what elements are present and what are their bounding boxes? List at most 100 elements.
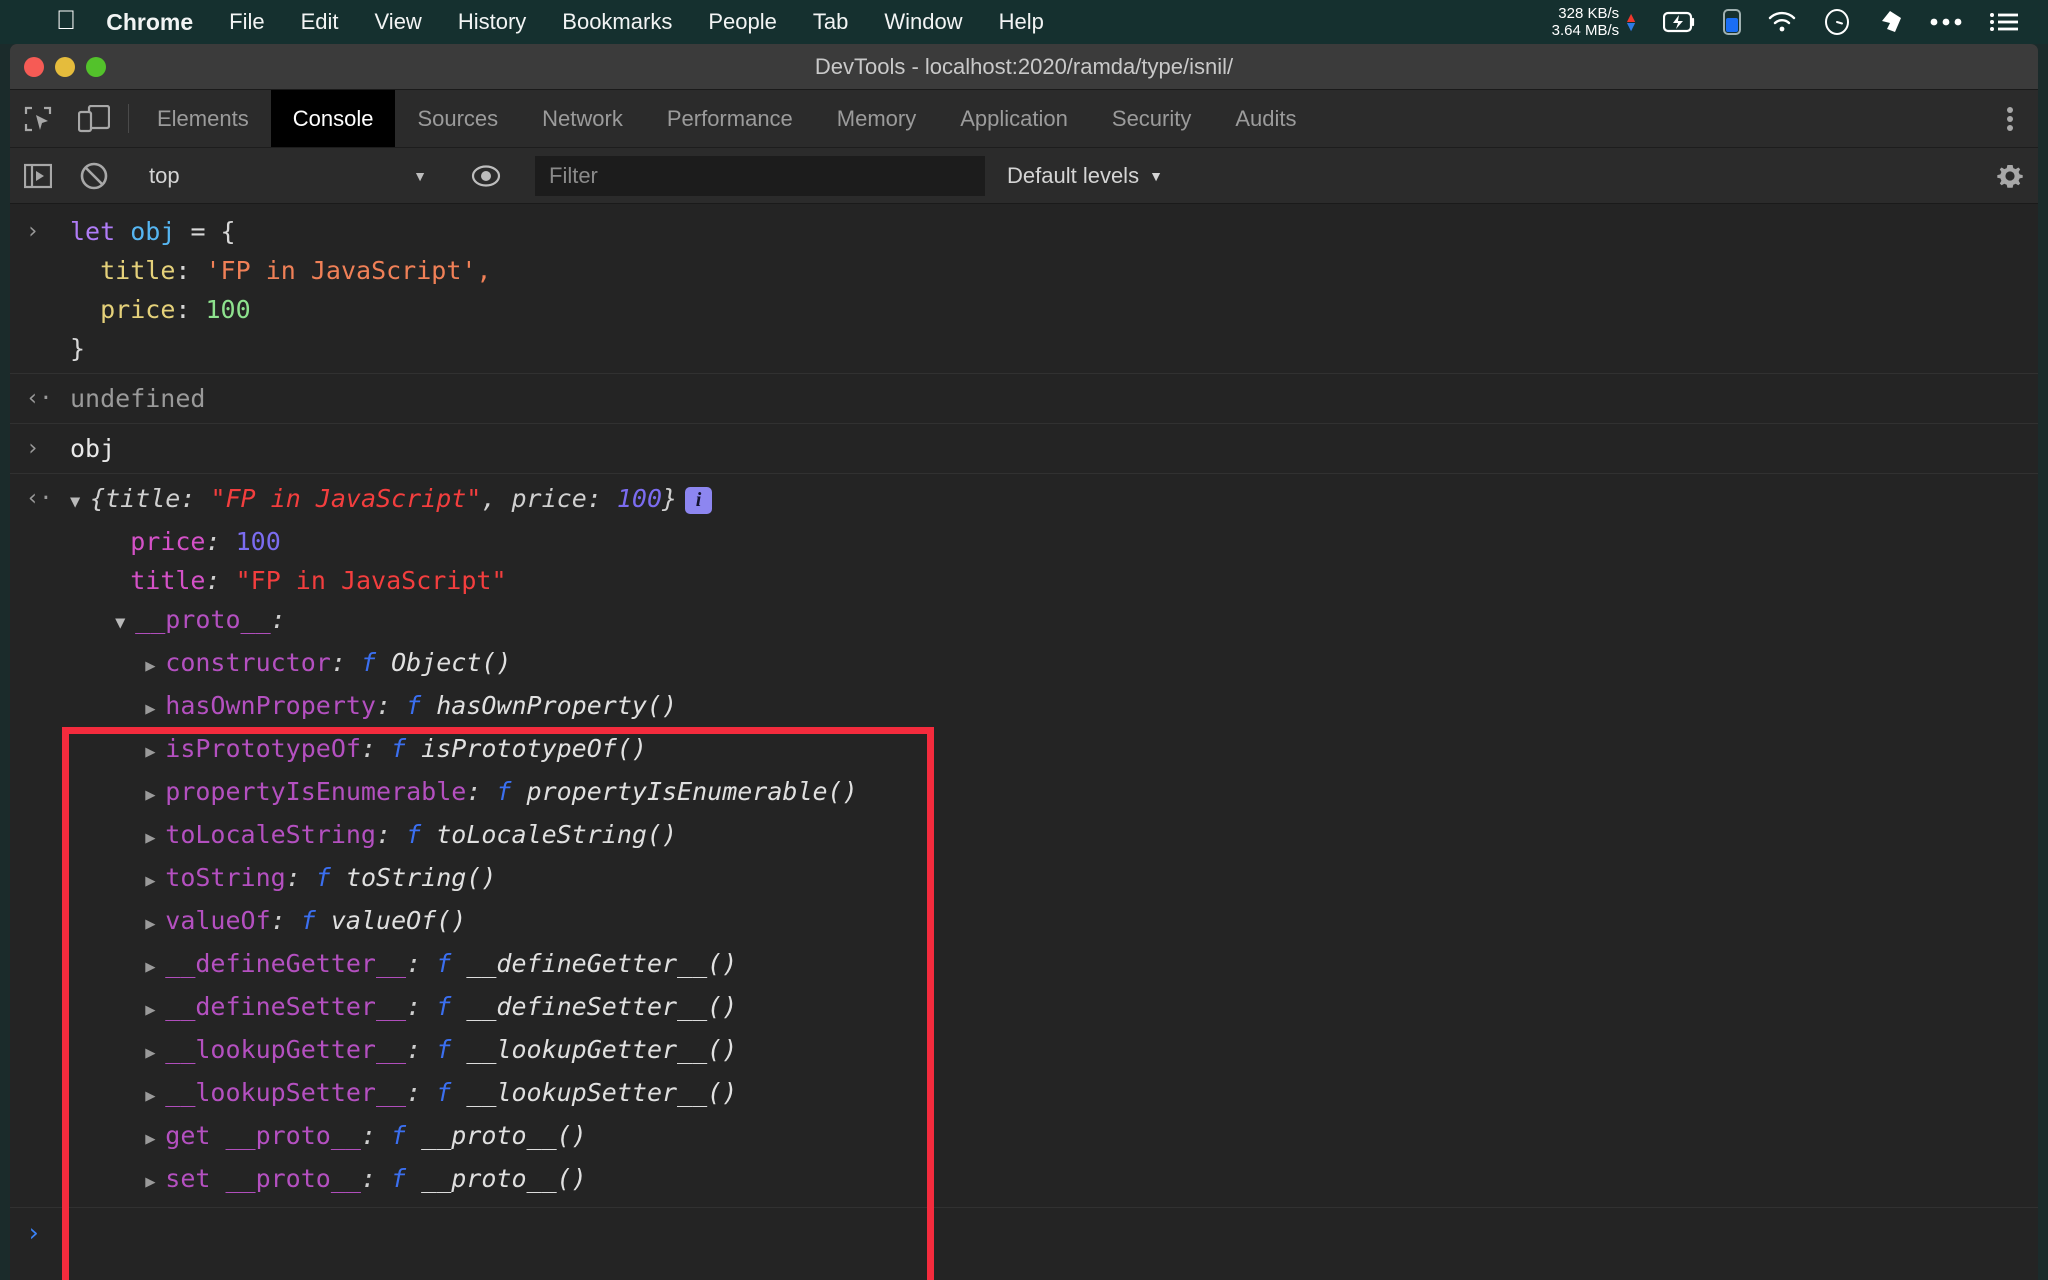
menu-item-window[interactable]: Window	[884, 9, 962, 35]
network-speed-indicator[interactable]: 328 KB/s 3.64 MB/s ▲ ▼	[1552, 5, 1638, 39]
battery-charging-icon[interactable]	[1663, 11, 1697, 33]
proto-entry-row[interactable]: ▶get __proto__: f __proto__()	[10, 1116, 2038, 1159]
expand-triangle-icon[interactable]: ▶	[145, 948, 165, 987]
proto-entry-row[interactable]: ▶hasOwnProperty: f hasOwnProperty()	[10, 686, 2038, 729]
proto-entry-row[interactable]: ▶__lookupGetter__: f __lookupGetter__()	[10, 1030, 2038, 1073]
menu-item-bookmarks[interactable]: Bookmarks	[562, 9, 672, 35]
tab-sources[interactable]: Sources	[395, 90, 520, 147]
expand-triangle-icon[interactable]: ▶	[145, 1077, 165, 1116]
macos-menu-bar:  Chrome File Edit View History Bookmark…	[0, 0, 2048, 44]
proto-key-tostring: toString	[165, 863, 285, 892]
expand-triangle-icon[interactable]: ▶	[145, 776, 165, 815]
tab-performance[interactable]: Performance	[645, 90, 815, 147]
menu-item-chrome[interactable]: Chrome	[106, 9, 193, 36]
execution-context-select[interactable]: top ▼	[135, 163, 445, 189]
execution-context-value: top	[149, 163, 180, 189]
proto-key-valueof: valueOf	[165, 906, 270, 935]
toolbar-divider	[128, 104, 129, 133]
settings-gear-icon[interactable]	[1982, 161, 2038, 191]
proto-entry-row[interactable]: ▶set __proto__: f __proto__()	[10, 1159, 2038, 1202]
console-entry-result-2: ‹· ▼{title: "FP in JavaScript", price: 1…	[10, 479, 2038, 522]
expand-triangle-icon[interactable]: ▶	[145, 1034, 165, 1073]
proto-entry-row[interactable]: ▶valueOf: f valueOf()	[10, 901, 2038, 944]
proto-key-isprototypeof: isPrototypeOf	[165, 734, 361, 763]
proto-label: __proto__	[135, 605, 270, 634]
apple-logo-icon[interactable]: 	[56, 7, 76, 34]
expand-triangle-icon[interactable]: ▶	[145, 647, 165, 686]
tab-application[interactable]: Application	[938, 90, 1090, 147]
proto-key-tolocalestring: toLocaleString	[165, 820, 376, 849]
proto-row[interactable]: ▼__proto__:	[10, 600, 2038, 643]
menu-item-history[interactable]: History	[458, 9, 526, 35]
proto-fn-definegetter: __defineGetter__()	[466, 949, 737, 978]
proto-entry-row[interactable]: ▶isPrototypeOf: f isPrototypeOf()	[10, 729, 2038, 772]
expand-triangle-icon[interactable]: ▶	[145, 905, 165, 944]
menu-item-file[interactable]: File	[229, 9, 264, 35]
console-entry-divider	[10, 473, 2038, 474]
function-marker: f	[436, 949, 451, 978]
tab-elements[interactable]: Elements	[135, 90, 271, 147]
proto-entry-row[interactable]: ▶toString: f toString()	[10, 858, 2038, 901]
tab-memory[interactable]: Memory	[815, 90, 938, 147]
tab-console[interactable]: Console	[271, 90, 396, 147]
info-badge-icon[interactable]: i	[685, 487, 712, 514]
expand-triangle-icon[interactable]: ▶	[145, 819, 165, 858]
proto-entry-row[interactable]: ▶constructor: f Object()	[10, 643, 2038, 686]
object-property-row[interactable]: title: "FP in JavaScript"	[10, 561, 2038, 600]
toggle-device-toolbar-icon[interactable]	[66, 90, 122, 147]
menu-item-edit[interactable]: Edit	[301, 9, 339, 35]
proto-entry-row[interactable]: ▶__lookupSetter__: f __lookupSetter__()	[10, 1073, 2038, 1116]
proto-fn-valueof: valueOf()	[331, 906, 466, 935]
expand-triangle-icon[interactable]: ▶	[145, 690, 165, 729]
function-marker: f	[391, 734, 406, 763]
property-value-price: 100	[236, 527, 281, 556]
proto-fn-constructor: Object()	[391, 648, 511, 677]
console-entry-divider	[10, 373, 2038, 374]
more-tools-icon[interactable]	[1982, 104, 2038, 134]
object-property-row[interactable]: price: 100	[10, 522, 2038, 561]
collapse-triangle-icon[interactable]: ▼	[115, 604, 135, 643]
tab-security[interactable]: Security	[1090, 90, 1213, 147]
code-obj: obj	[70, 429, 115, 468]
proto-key-constructor: constructor	[165, 648, 331, 677]
menu-item-help[interactable]: Help	[999, 9, 1044, 35]
dropbox-icon[interactable]	[1877, 9, 1903, 35]
show-console-sidebar-icon[interactable]	[10, 162, 66, 190]
proto-entry-row[interactable]: ▶toLocaleString: f toLocaleString()	[10, 815, 2038, 858]
function-marker: f	[361, 648, 376, 677]
console-entry-result-1: ‹· undefined	[10, 379, 2038, 418]
console-prompt-row[interactable]: ›	[10, 1213, 2038, 1252]
wifi-icon[interactable]	[1767, 11, 1797, 33]
expand-triangle-icon[interactable]: ▶	[145, 1120, 165, 1159]
expand-triangle-icon[interactable]: ▶	[145, 862, 165, 901]
inspect-element-icon[interactable]	[10, 90, 66, 147]
proto-entry-row[interactable]: ▶__defineSetter__: f __defineSetter__()	[10, 987, 2038, 1030]
proto-fn-tostring: toString()	[346, 863, 497, 892]
battery-level-icon[interactable]	[1723, 9, 1741, 35]
ellipsis-icon[interactable]	[1929, 17, 1963, 27]
filter-input[interactable]: Filter	[535, 156, 985, 196]
proto-key-get-proto: get __proto__	[165, 1121, 361, 1150]
menu-item-tab[interactable]: Tab	[813, 9, 848, 35]
tab-audits[interactable]: Audits	[1213, 90, 1318, 147]
object-preview[interactable]: ▼{title: "FP in JavaScript", price: 100}…	[70, 479, 712, 522]
menu-item-people[interactable]: People	[708, 9, 777, 35]
expand-triangle-icon[interactable]: ▶	[145, 991, 165, 1030]
console-output[interactable]: › let obj = { title: 'FP in JavaScript',…	[10, 204, 2038, 1280]
proto-entry-row[interactable]: ▶propertyIsEnumerable: f propertyIsEnume…	[10, 772, 2038, 815]
list-menu-icon[interactable]	[1989, 11, 2019, 33]
function-marker: f	[316, 863, 331, 892]
clock-icon[interactable]	[1823, 8, 1851, 36]
live-expression-icon[interactable]	[458, 164, 514, 188]
expand-triangle-icon[interactable]: ▶	[145, 733, 165, 772]
property-name-title: title	[130, 566, 205, 595]
log-levels-select[interactable]: Default levels ▼	[1007, 163, 1163, 189]
download-speed: 3.64 MB/s	[1552, 22, 1620, 39]
proto-entry-row[interactable]: ▶__defineGetter__: f __defineGetter__()	[10, 944, 2038, 987]
collapse-triangle-icon[interactable]: ▼	[70, 483, 90, 522]
clear-console-icon[interactable]	[66, 162, 122, 190]
tab-network[interactable]: Network	[520, 90, 645, 147]
menu-item-view[interactable]: View	[375, 9, 422, 35]
log-levels-value: Default levels	[1007, 163, 1139, 189]
expand-triangle-icon[interactable]: ▶	[145, 1163, 165, 1202]
